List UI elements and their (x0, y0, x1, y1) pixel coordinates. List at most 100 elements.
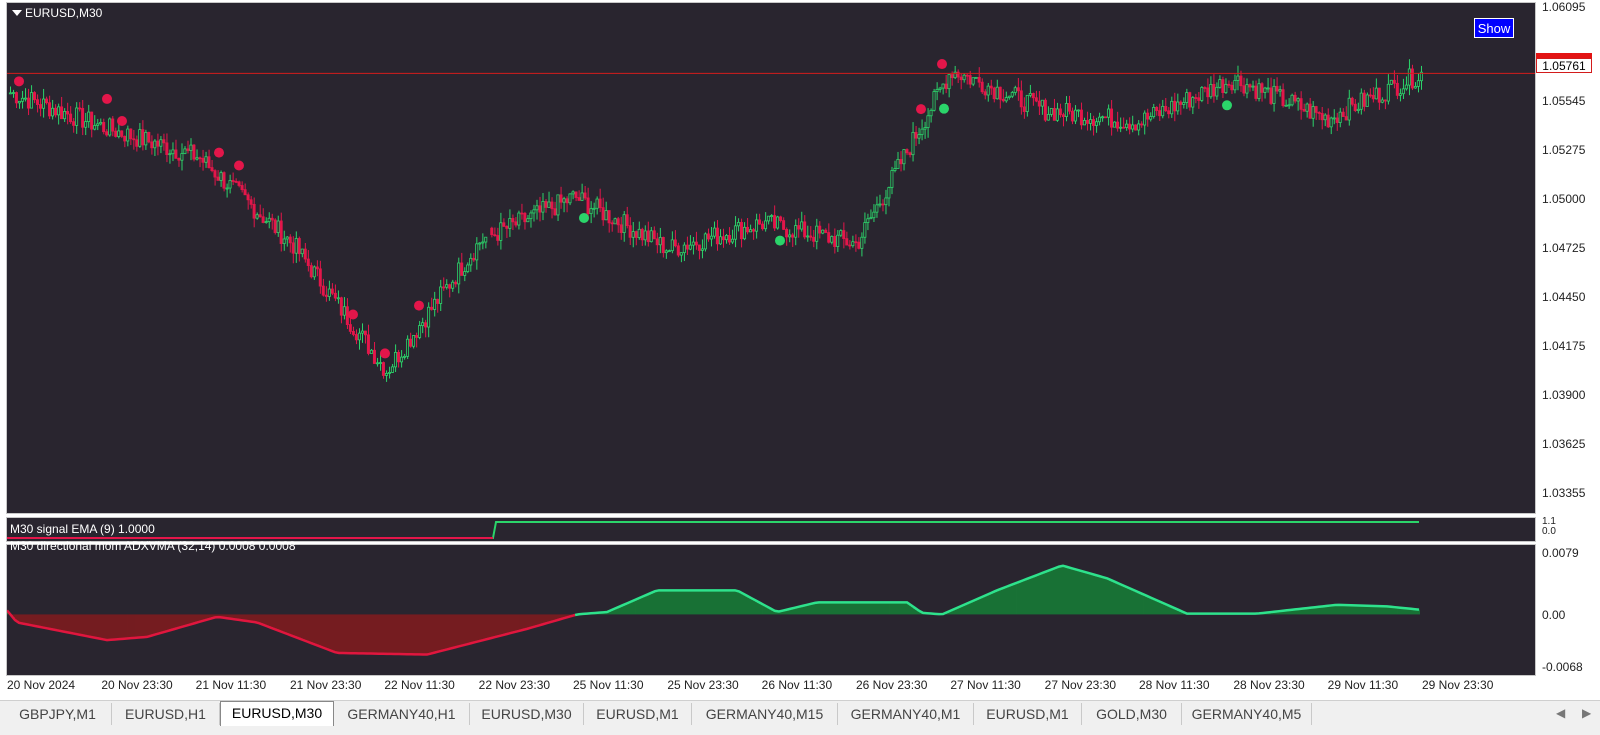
candle-body (959, 76, 963, 81)
candle-body (318, 268, 322, 287)
candle-body (1242, 85, 1246, 94)
candle-body (403, 355, 407, 358)
candle-body (237, 181, 241, 186)
candle-body (1173, 100, 1177, 112)
time-axis-label: 26 Nov 23:30 (856, 678, 928, 692)
candle-body (1362, 92, 1366, 107)
momentum-pane[interactable]: M30 directional mom ADXVMA (32,14) 0.000… (6, 539, 1536, 676)
candle-body (607, 210, 611, 224)
candle-body (556, 194, 560, 216)
candle-body (32, 92, 36, 101)
candle-body (424, 322, 428, 328)
tab-eurusd-m1[interactable]: EURUSD,M1 (584, 703, 692, 725)
candle-body (72, 121, 76, 126)
candle-body (99, 122, 103, 125)
tab-eurusd-m1[interactable]: EURUSD,M1 (974, 703, 1082, 725)
candle-body (971, 77, 975, 85)
candle-body (676, 245, 680, 256)
candle-body (673, 239, 677, 247)
candle-body (48, 102, 52, 117)
candle-body (472, 257, 476, 261)
candle-body (294, 238, 298, 254)
scroll-left-icon[interactable]: ◀ (1556, 706, 1565, 720)
candle-body (923, 127, 927, 130)
candle-body (1037, 100, 1041, 107)
candle-body (1001, 98, 1005, 102)
candle-body (580, 192, 584, 201)
candle-body (454, 281, 458, 285)
candle-body (415, 335, 419, 338)
time-axis-label: 20 Nov 23:30 (101, 678, 173, 692)
candle-body (297, 238, 301, 255)
candle-body (1161, 105, 1165, 117)
tab-germany40-m1[interactable]: GERMANY40,M1 (838, 703, 974, 725)
candle-body (14, 92, 18, 104)
tab-germany40-h1[interactable]: GERMANY40,H1 (334, 703, 470, 725)
candle-body (412, 335, 416, 347)
candle-body (1224, 83, 1228, 94)
scroll-right-icon[interactable]: ▶ (1582, 706, 1591, 720)
candle-body (1013, 87, 1017, 93)
candle-body (661, 236, 665, 254)
candle-body (126, 128, 130, 142)
candle-body (1082, 120, 1086, 126)
candle-body (189, 144, 193, 151)
candle-body (1094, 121, 1098, 126)
candle-body (643, 230, 647, 241)
tab-gold-m30[interactable]: GOLD,M30 (1082, 703, 1182, 725)
candle-body (1055, 108, 1059, 121)
candle-body (1299, 98, 1303, 110)
show-button[interactable]: Show (1474, 18, 1514, 38)
candle-body (1128, 123, 1132, 130)
candle-body (824, 229, 828, 233)
candle-body (902, 149, 906, 165)
candle-body (156, 140, 160, 147)
candle-body (803, 221, 807, 238)
candle-body (1302, 108, 1306, 112)
tab-eurusd-h1[interactable]: EURUSD,H1 (112, 703, 220, 725)
candle-body (544, 201, 548, 208)
candle-body (815, 225, 819, 242)
candle-body (1064, 103, 1068, 117)
candle-body (604, 210, 608, 221)
sell-signal-icon (414, 300, 424, 311)
tab-eurusd-m30[interactable]: EURUSD,M30 (220, 701, 334, 726)
price-axis-label: 1.04725 (1542, 241, 1586, 255)
candle-body (396, 351, 401, 363)
candle-body (1076, 109, 1080, 112)
candle-body (303, 248, 307, 260)
candle-body (670, 239, 674, 252)
candle-body (806, 235, 810, 238)
candle-body (938, 87, 942, 90)
tab-eurusd-m30[interactable]: EURUSD,M30 (470, 703, 584, 725)
candle-body (631, 231, 635, 238)
candle-body (493, 234, 497, 237)
candle-body (102, 122, 106, 133)
candle-body (246, 194, 250, 201)
tab-germany40-m15[interactable]: GERMANY40,M15 (692, 703, 838, 725)
candle-body (712, 227, 716, 237)
candle-body (1266, 87, 1270, 90)
candle-body (120, 130, 124, 137)
candle-body (860, 236, 864, 249)
candle-body (649, 230, 653, 243)
candlestick-chart[interactable] (7, 3, 1535, 513)
collapse-triangle-icon[interactable] (12, 10, 22, 16)
candle-body (529, 212, 533, 220)
candle-body (261, 216, 265, 223)
candle-body (508, 218, 512, 229)
candle-body (616, 218, 620, 226)
candle-body (1149, 116, 1153, 120)
candle-body (655, 238, 659, 246)
tab-germany40-m5[interactable]: GERMANY40,M5 (1182, 703, 1312, 725)
price-chart-pane[interactable]: EURUSD,M30 (6, 2, 1536, 514)
candle-body (1215, 86, 1219, 97)
candle-body (1407, 68, 1411, 86)
tab-gbpjpy-m1[interactable]: GBPJPY,M1 (4, 703, 112, 725)
candle-body (393, 351, 397, 368)
candle-body (1413, 85, 1417, 89)
candle-body (748, 229, 753, 233)
candle-body (1254, 85, 1258, 99)
candle-body (941, 83, 945, 89)
candle-body (252, 203, 256, 219)
